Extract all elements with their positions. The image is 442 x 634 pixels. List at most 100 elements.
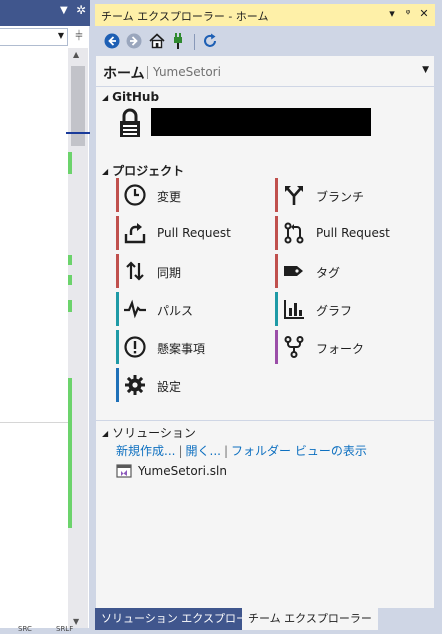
link-separator: | [223, 444, 228, 458]
tile-label: 懸案事項 [157, 342, 206, 356]
change-marker [68, 255, 72, 265]
status-right: SRLF [56, 625, 74, 633]
editor-divider [0, 422, 68, 423]
collapse-triangle-icon: ◢ [102, 429, 109, 438]
solution-file-name: YumeSetori.sln [138, 464, 227, 478]
split-editor-button[interactable]: ⫩ [70, 28, 88, 46]
scroll-up-icon[interactable]: ▲ [73, 50, 79, 59]
tile-label: 同期 [157, 266, 182, 280]
connect-icon[interactable] [169, 32, 187, 50]
solution-item[interactable]: YumeSetori.sln [116, 462, 316, 480]
home-icon[interactable] [148, 32, 166, 50]
tile-accent-bar [275, 178, 278, 212]
repository-name: YumeSetori [153, 65, 221, 79]
tile-pull-request-create[interactable]: Pull Request [116, 216, 266, 250]
tile-label: フォーク [316, 342, 365, 356]
redacted-account [151, 108, 371, 136]
page-title: ホーム [103, 66, 145, 82]
header-divider [147, 66, 148, 79]
change-marker [68, 300, 72, 312]
header-divider-line [96, 86, 436, 87]
vertical-scrollbar[interactable]: ▲ ▼ [68, 48, 88, 630]
tile-accent-bar [275, 330, 278, 364]
change-marker [68, 152, 72, 174]
tile-accent-bar [116, 330, 119, 364]
clock-icon [123, 183, 147, 207]
tile-label: パルス [157, 304, 194, 318]
tile-accent-bar [116, 216, 119, 250]
new-solution-link[interactable]: 新規作成... [116, 444, 175, 458]
lock-icon [118, 108, 142, 138]
tile-label: グラフ [316, 304, 353, 318]
chevron-down-icon[interactable]: ▼ [60, 5, 68, 16]
tile-label: 変更 [157, 190, 182, 204]
fork-icon [282, 335, 306, 359]
collapse-triangle-icon: ◢ [102, 167, 109, 176]
tool-window-tabs: ソリューション エクスプローラー チーム エクスプローラー [95, 608, 435, 630]
change-marker [68, 378, 72, 528]
editor-pane: ▼ ✲ ▼ ⫩ ▲ ▼ SRC SRLF [0, 0, 90, 634]
change-marker [68, 275, 72, 285]
tile-accent-bar [116, 254, 119, 288]
back-icon[interactable] [103, 32, 121, 50]
tile-accent-bar [116, 178, 119, 212]
gear-icon[interactable]: ✲ [76, 3, 86, 17]
caret-line [66, 132, 90, 134]
scrollbar-thumb[interactable] [71, 66, 85, 146]
page-header[interactable]: ホーム YumeSetori ▼ [103, 62, 433, 84]
close-icon[interactable]: ✕ [417, 7, 431, 20]
branch-icon [282, 183, 306, 207]
tile-accent-bar [116, 292, 119, 326]
tile-graphs[interactable]: グラフ [275, 292, 425, 326]
pulse-icon [123, 297, 147, 321]
editor-titlebar: ▼ ✲ [0, 0, 90, 26]
tile-label: タグ [316, 266, 341, 280]
tile-label: 設定 [157, 380, 182, 394]
tile-accent-bar [275, 292, 278, 326]
tile-issues[interactable]: 懸案事項 [116, 330, 266, 364]
solutions-heading: ソリューション [112, 426, 196, 440]
open-solution-link[interactable]: 開く... [186, 444, 221, 458]
team-explorer-window: チーム エクスプローラー - ホーム ▾ ᵠ ✕ ホーム YumeSetori … [95, 4, 436, 630]
tile-accent-bar [116, 368, 119, 402]
scroll-down-icon[interactable]: ▼ [73, 617, 79, 626]
tile-tags[interactable]: タグ [275, 254, 425, 288]
window-title: チーム エクスプローラー - ホーム [101, 10, 269, 23]
toolbar [95, 26, 435, 56]
graph-icon [282, 297, 306, 321]
tile-sync[interactable]: 同期 [116, 254, 266, 288]
gear-icon [123, 373, 147, 397]
github-heading: GitHub [112, 90, 160, 104]
link-separator: | [178, 444, 183, 458]
refresh-icon[interactable] [201, 32, 219, 50]
tab-team-explorer[interactable]: チーム エクスプローラー [242, 608, 378, 630]
upload-icon [123, 221, 147, 245]
issue-icon [123, 335, 147, 359]
section-divider [96, 420, 436, 421]
folder-view-link[interactable]: フォルダー ビューの表示 [231, 444, 367, 458]
tile-branches[interactable]: ブランチ [275, 178, 425, 212]
tile-forks[interactable]: フォーク [275, 330, 425, 364]
collapse-triangle-icon: ◢ [102, 93, 109, 102]
sync-icon [123, 259, 147, 283]
tile-pull-request[interactable]: Pull Request [275, 216, 425, 250]
tag-icon [282, 259, 306, 283]
chevron-down-icon: ▼ [57, 31, 64, 40]
solution-file-icon [116, 463, 132, 479]
solutions-section-header[interactable]: ◢ ソリューション [102, 424, 196, 441]
member-dropdown[interactable]: ▼ [0, 28, 68, 46]
chevron-down-icon[interactable]: ▼ [422, 65, 429, 75]
window-menu-button[interactable]: ▾ [385, 7, 399, 20]
project-section-header[interactable]: ◢ プロジェクト [102, 162, 184, 179]
tile-changes[interactable]: 変更 [116, 178, 266, 212]
forward-icon[interactable] [125, 32, 143, 50]
editor-status: SRC SRLF [0, 625, 90, 634]
tile-pulse[interactable]: パルス [116, 292, 266, 326]
toolbar-separator [194, 34, 195, 50]
project-heading: プロジェクト [112, 164, 185, 178]
pull-request-icon [282, 221, 306, 245]
github-section-header[interactable]: ◢ GitHub [102, 90, 159, 104]
tile-settings[interactable]: 設定 [116, 368, 266, 402]
window-edge [435, 0, 442, 634]
pin-icon[interactable]: ᵠ [401, 7, 415, 20]
